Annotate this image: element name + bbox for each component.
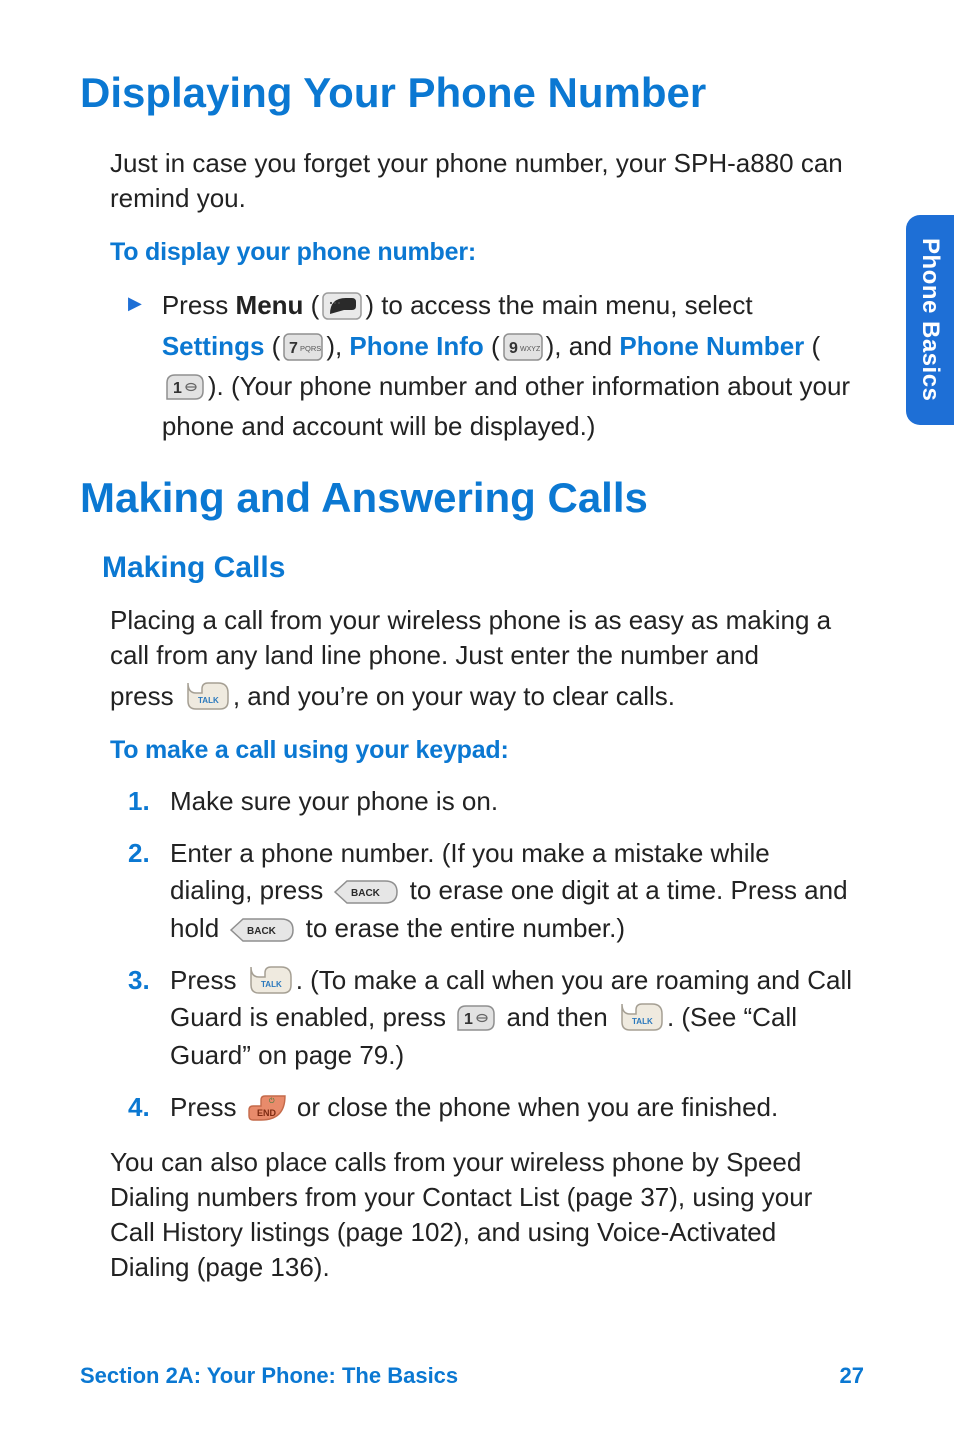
t: ), and <box>546 331 620 361</box>
step-text: Press . (To make a call when you are roa… <box>170 962 854 1075</box>
making-calls-para-2: press , and you’re on your way to clear … <box>110 679 854 714</box>
t: Press <box>170 1092 244 1122</box>
t: or close the phone when you are finished… <box>290 1092 779 1122</box>
phone-number-label: Phone Number <box>619 331 804 361</box>
t: , and you’re on your way to clear calls. <box>233 681 675 711</box>
heading-making-answering-calls: Making and Answering Calls <box>80 475 864 521</box>
t: ( <box>264 331 280 361</box>
talk-key-icon <box>184 679 230 711</box>
step-2: 2. Enter a phone number. (If you make a … <box>128 835 854 948</box>
intro-paragraph-1: Just in case you forget your phone numbe… <box>110 146 854 216</box>
making-calls-para-1: Placing a call from your wireless phone … <box>110 603 854 673</box>
page-footer: Section 2A: Your Phone: The Basics 27 <box>80 1363 864 1389</box>
step-number: 1. <box>128 783 170 821</box>
steps-list: 1. Make sure your phone is on. 2. Enter … <box>110 783 854 1127</box>
key-1-icon <box>456 1004 496 1032</box>
key-1-icon <box>165 373 205 401</box>
side-tab-label: Phone Basics <box>916 238 944 401</box>
end-key-icon <box>247 1092 287 1122</box>
menu-key-icon <box>322 292 362 320</box>
heading-displaying-phone-number: Displaying Your Phone Number <box>80 70 864 116</box>
t: Press <box>170 965 244 995</box>
talk-key-icon <box>247 963 293 995</box>
step-number: 3. <box>128 962 170 1000</box>
step-text: Press or close the phone when you are fi… <box>170 1089 854 1127</box>
t: and then <box>499 1002 615 1032</box>
step-number: 4. <box>128 1089 170 1127</box>
t: ), <box>326 331 349 361</box>
settings-label: Settings <box>162 331 265 361</box>
step-text: Make sure your phone is on. <box>170 783 854 821</box>
t: ) to access the main menu, select <box>365 290 752 320</box>
bullet-display-number: ▶ Press Menu ( ) to access the main menu,… <box>110 285 854 446</box>
step-number: 2. <box>128 835 170 873</box>
key-9-icon <box>503 333 543 361</box>
t: to erase the entire number.) <box>298 913 625 943</box>
t: press <box>110 681 181 711</box>
t: ). (Your phone number and other informat… <box>162 371 850 441</box>
step-4: 4. Press or close the phone when you are… <box>128 1089 854 1127</box>
menu-label: Menu <box>236 290 304 320</box>
side-tab: Phone Basics <box>906 215 954 425</box>
t: ( <box>303 290 319 320</box>
subhead-make-call-keypad: To make a call using your keypad: <box>110 736 854 765</box>
footer-page-number: 27 <box>840 1363 864 1389</box>
t: ( <box>484 331 500 361</box>
step-1: 1. Make sure your phone is on. <box>128 783 854 821</box>
bullet-text: Press Menu ( ) to access the main menu, s… <box>162 285 854 446</box>
step-3: 3. Press . (To make a call when you are … <box>128 962 854 1075</box>
t: ( <box>804 331 820 361</box>
page: Phone Basics Displaying Your Phone Numbe… <box>0 0 954 1431</box>
back-key-icon <box>229 917 295 943</box>
phone-info-label: Phone Info <box>349 331 483 361</box>
closing-paragraph: You can also place calls from your wirel… <box>110 1145 854 1285</box>
talk-key-icon <box>618 1000 664 1032</box>
heading-making-calls: Making Calls <box>80 551 864 585</box>
step-text: Enter a phone number. (If you make a mis… <box>170 835 854 948</box>
t: Press <box>162 290 236 320</box>
bullet-arrow-icon: ▶ <box>128 293 142 314</box>
subhead-display-number: To display your phone number: <box>110 238 854 267</box>
footer-section: Section 2A: Your Phone: The Basics <box>80 1363 458 1389</box>
key-7-icon <box>283 333 323 361</box>
back-key-icon <box>333 879 399 905</box>
